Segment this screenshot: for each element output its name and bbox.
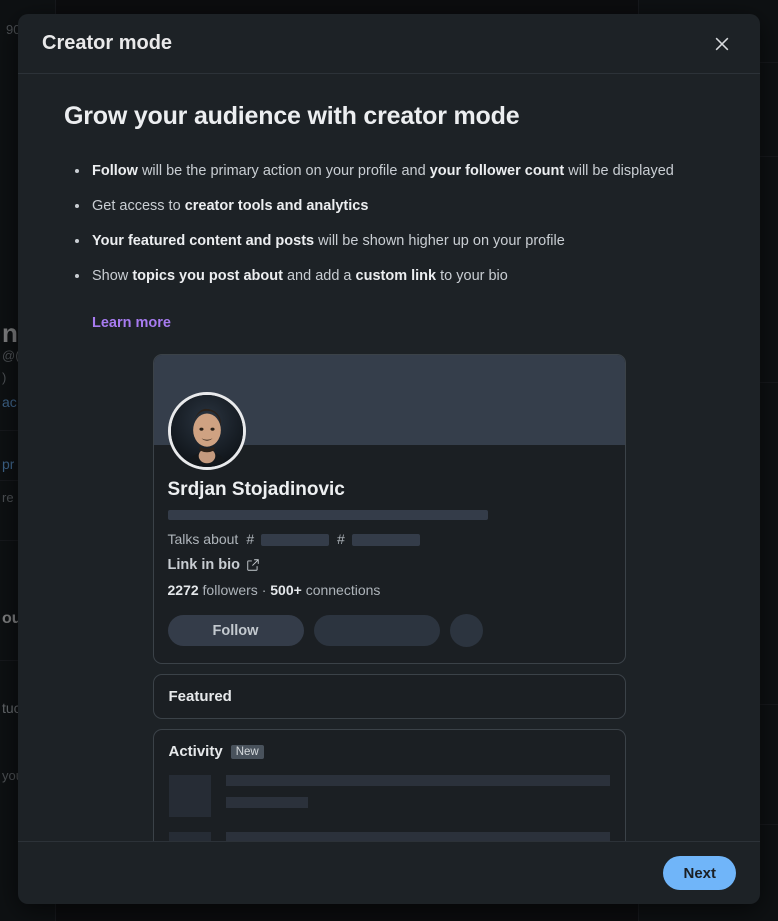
profile-stats: 2272 followers · 500+ connections [168, 582, 611, 598]
external-link-icon [247, 559, 259, 571]
hashtag-item[interactable]: # [337, 531, 420, 547]
modal-body[interactable]: Grow your audience with creator mode Fol… [18, 74, 760, 841]
modal-footer: Next [18, 841, 760, 904]
link-in-bio-label: Link in bio [167, 557, 241, 574]
profile-preview: Srdjan Stojadinovic Talks about # # Link… [152, 354, 626, 841]
featured-title: Featured [168, 688, 232, 706]
connections-count: 500+ [270, 582, 302, 599]
hash-icon: # [337, 531, 345, 548]
list-item: Your featured content and posts will be … [70, 231, 714, 252]
modal-title: Creator mode [42, 32, 173, 54]
list-item [168, 775, 610, 818]
hashtag-placeholder [351, 534, 420, 547]
benefits-list: Follow will be the primary action on you… [70, 161, 714, 287]
status-badge: New [230, 744, 264, 759]
next-button[interactable]: Next [663, 856, 736, 890]
link-in-bio[interactable]: Link in bio [168, 557, 611, 573]
avatar-photo [170, 395, 243, 468]
talks-about-label: Talks about [167, 531, 239, 548]
connections-label: connections [305, 582, 381, 599]
list-item [168, 832, 610, 841]
followers-label: followers [202, 582, 258, 599]
followers-count: 2272 [167, 582, 199, 599]
activity-card: Activity New [152, 729, 626, 841]
profile-action-buttons: Follow [167, 614, 611, 648]
feed-thumbnail [168, 832, 211, 841]
hash-icon: # [246, 531, 255, 548]
profile-card: Srdjan Stojadinovic Talks about # # Link… [152, 354, 626, 665]
close-glyph [715, 37, 729, 50]
hashtag-placeholder [261, 534, 330, 547]
hashtag-item[interactable]: # [246, 531, 330, 548]
list-item: Show topics you post about and add a cus… [70, 266, 714, 287]
feed-text-placeholder [225, 832, 610, 841]
feed-line [225, 797, 308, 809]
feed-line [225, 832, 610, 841]
profile-headline-placeholder [167, 510, 488, 521]
feed-line [225, 775, 610, 787]
avatar[interactable] [167, 392, 246, 471]
activity-title: Activity [168, 743, 223, 761]
talks-about-row: Talks about # # [168, 531, 611, 547]
follow-button[interactable]: Follow [167, 615, 304, 647]
stats-separator: · [261, 582, 267, 599]
modal-header: Creator mode [18, 14, 760, 74]
list-item: Follow will be the primary action on you… [70, 161, 714, 182]
feed-text-placeholder [225, 775, 610, 817]
activity-header: Activity New [169, 743, 610, 760]
feed-thumbnail [168, 775, 211, 818]
more-actions-button[interactable] [449, 614, 483, 648]
page-title: Grow your audience with creator mode [64, 102, 520, 130]
secondary-action-button[interactable] [313, 615, 440, 647]
learn-more-link[interactable]: Learn more [92, 315, 171, 331]
close-icon[interactable] [702, 24, 742, 64]
list-item: Get access to creator tools and analytic… [70, 196, 714, 217]
creator-mode-modal: Creator mode Grow your audience with cre… [18, 14, 760, 904]
featured-card: Featured [152, 674, 626, 720]
